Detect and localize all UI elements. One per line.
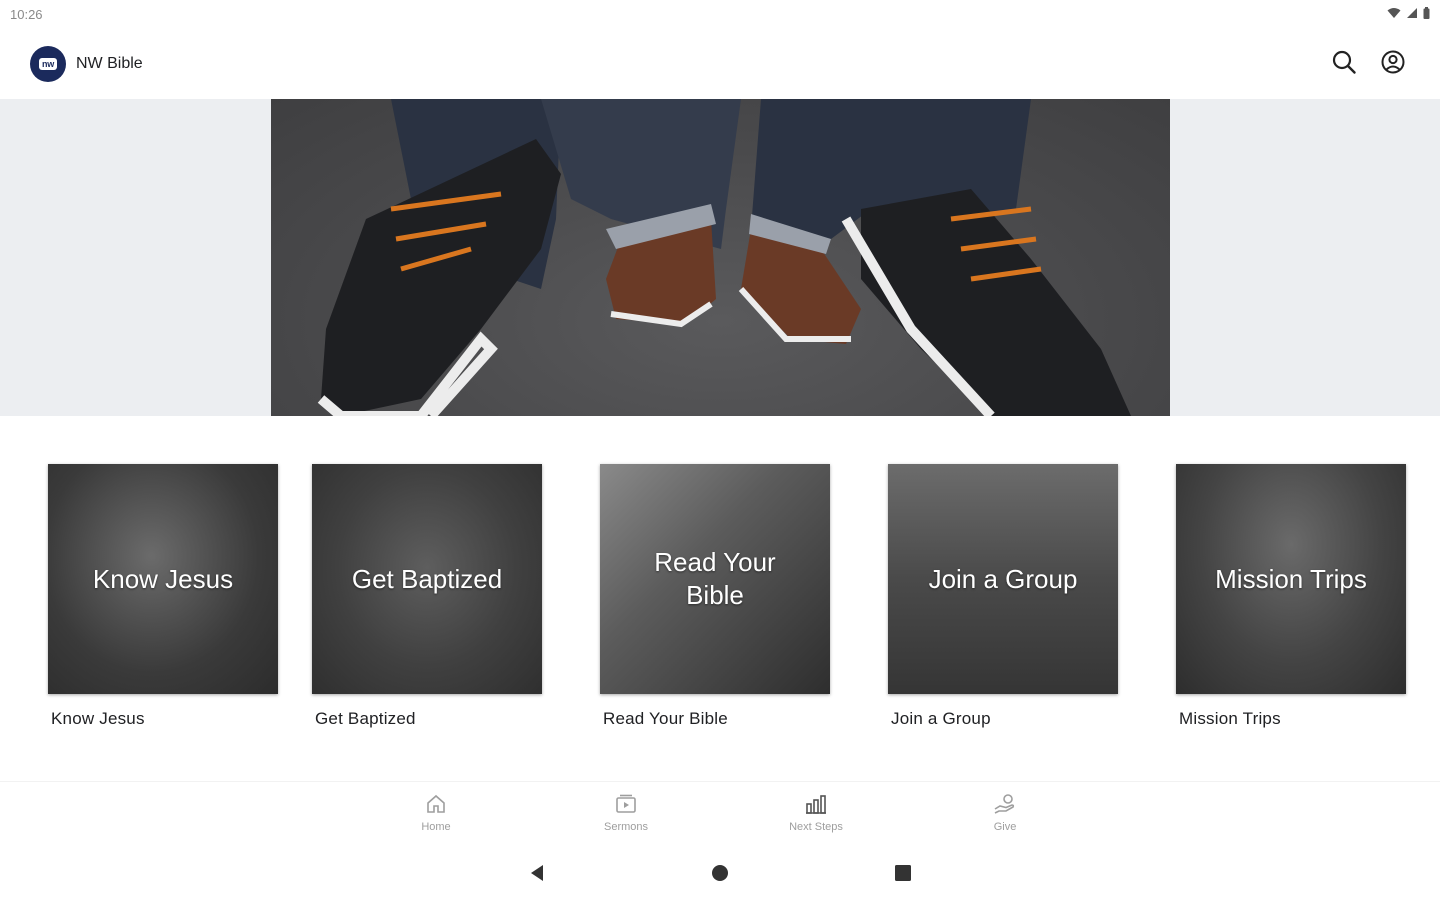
app-logo-text: nw <box>39 58 57 70</box>
account-button[interactable] <box>1379 50 1407 78</box>
card-caption[interactable]: Mission Trips <box>1179 709 1406 729</box>
give-icon <box>993 792 1017 816</box>
search-button[interactable] <box>1330 50 1358 78</box>
nav-label: Give <box>993 821 1017 833</box>
nav-sermons[interactable]: Sermons <box>566 792 686 833</box>
nav-home[interactable]: Home <box>376 792 496 833</box>
card-thumbnail[interactable]: Get Baptized <box>312 464 542 694</box>
card-thumb-title: Read Your Bible <box>654 547 776 610</box>
system-navigation-bar <box>0 845 1440 900</box>
hero-image[interactable] <box>271 99 1170 416</box>
app-logo[interactable]: nw <box>30 46 66 82</box>
bottom-navigation: Home Sermons Next Steps Give <box>0 781 1440 845</box>
nav-label: Next Steps <box>789 821 843 833</box>
sermons-icon <box>614 792 638 816</box>
battery-icon <box>1423 6 1430 24</box>
nav-give[interactable]: Give <box>945 792 1065 833</box>
wifi-icon <box>1387 6 1401 24</box>
recents-button[interactable] <box>893 863 913 883</box>
account-circle-icon <box>1380 49 1406 80</box>
next-steps-icon <box>804 792 828 816</box>
app-bar: nw NW Bible <box>0 28 1440 99</box>
signal-icon <box>1406 6 1418 24</box>
nav-next-steps[interactable]: Next Steps <box>756 792 876 833</box>
card-thumbnail[interactable]: Read Your Bible <box>600 464 830 694</box>
next-steps-cards: Know Jesus Know Jesus Get Baptized Get B… <box>0 464 1440 734</box>
card-caption[interactable]: Join a Group <box>891 709 1118 729</box>
hero-banner <box>0 99 1440 416</box>
recents-square-icon <box>893 865 913 887</box>
hero-image-shoes-icon <box>317 99 1131 416</box>
status-time: 10:26 <box>10 7 43 22</box>
card-thumbnail[interactable]: Mission Trips <box>1176 464 1406 694</box>
card-read-your-bible[interactable]: Read Your Bible Read Your Bible <box>600 464 830 729</box>
card-thumb-title: Mission Trips <box>1215 563 1367 594</box>
nav-label: Sermons <box>603 821 649 833</box>
back-button[interactable] <box>528 863 548 883</box>
card-caption[interactable]: Get Baptized <box>315 709 542 729</box>
app-title: NW Bible <box>76 55 143 72</box>
card-thumb-title: Get Baptized <box>351 563 503 594</box>
home-circle-icon <box>710 865 730 887</box>
card-caption[interactable]: Read Your Bible <box>603 709 830 729</box>
status-bar: 10:26 <box>0 0 1440 28</box>
card-join-a-group[interactable]: Join a Group Join a Group <box>888 464 1118 729</box>
home-icon <box>424 792 448 816</box>
card-thumb-title: Join a Group <box>928 563 1078 594</box>
home-button[interactable] <box>710 863 730 883</box>
card-know-jesus[interactable]: Know Jesus Know Jesus <box>48 464 278 729</box>
card-thumb-title: Know Jesus <box>92 563 234 594</box>
search-icon <box>1331 49 1357 80</box>
status-icons <box>1387 6 1430 24</box>
card-mission-trips[interactable]: Mission Trips Mission Trips <box>1176 464 1406 729</box>
card-caption[interactable]: Know Jesus <box>51 709 278 729</box>
card-thumbnail[interactable]: Know Jesus <box>48 464 278 694</box>
nav-label: Home <box>421 821 451 833</box>
card-get-baptized[interactable]: Get Baptized Get Baptized <box>312 464 542 729</box>
back-triangle-icon <box>528 865 548 887</box>
card-thumbnail[interactable]: Join a Group <box>888 464 1118 694</box>
